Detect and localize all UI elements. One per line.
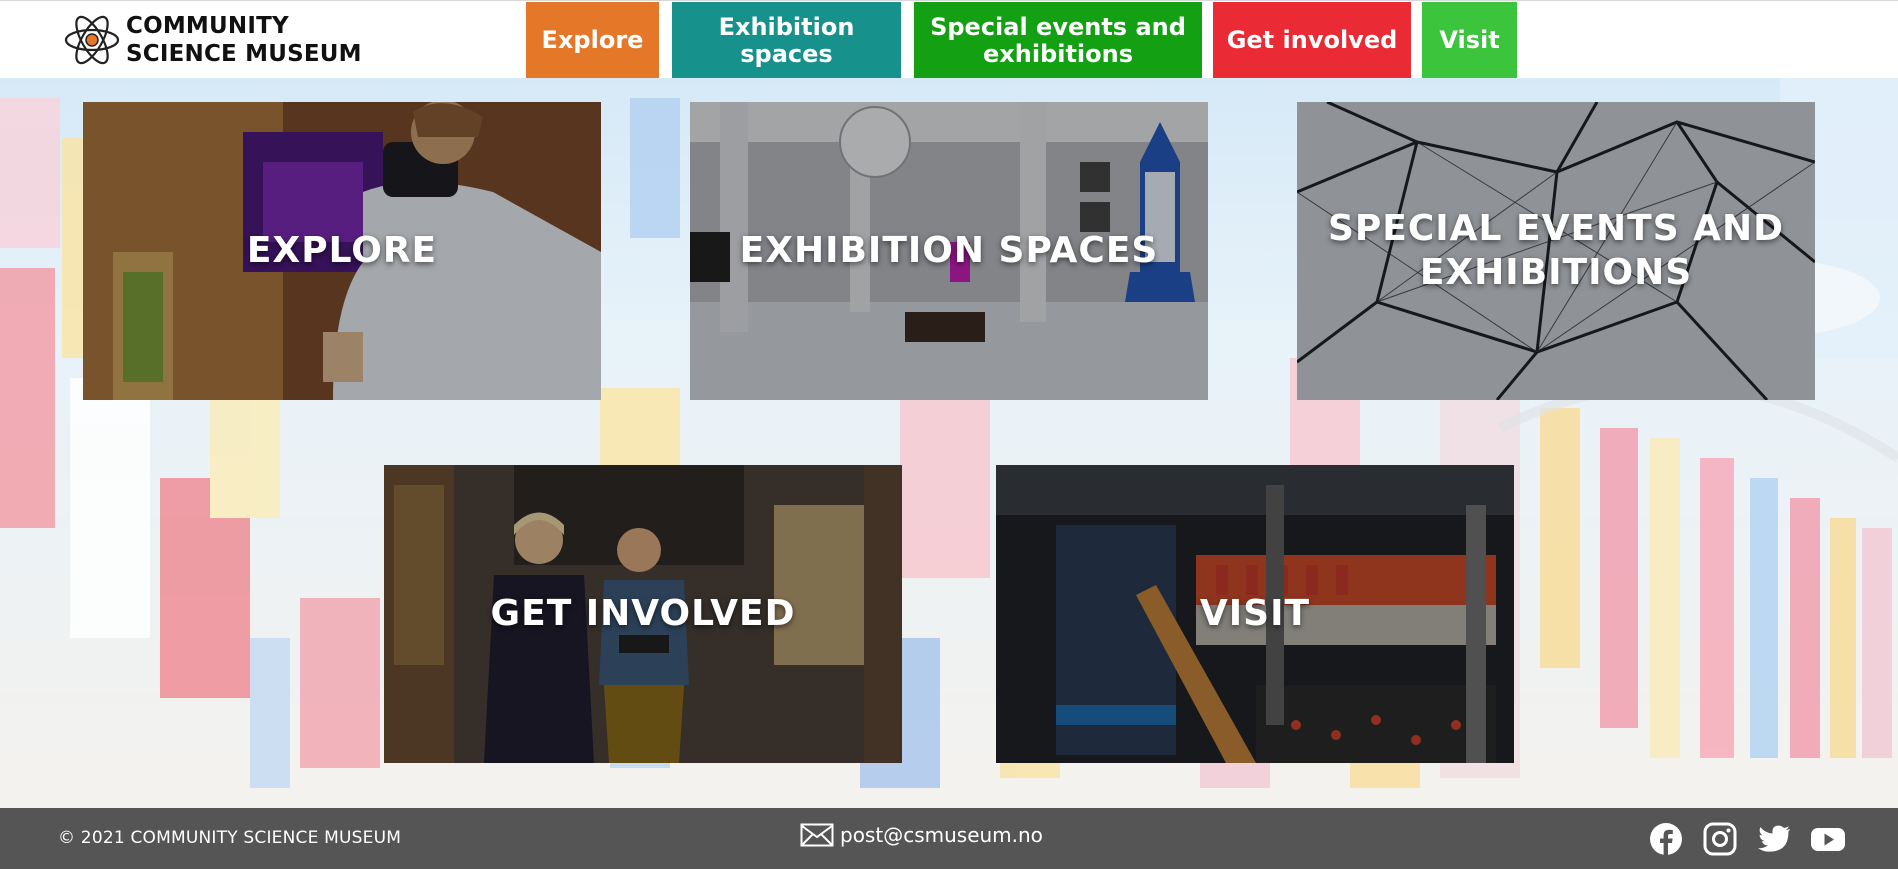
site-header: COMMUNITY SCIENCE MUSEUM Explore Exhibit… xyxy=(0,0,1898,79)
site-name: COMMUNITY SCIENCE MUSEUM xyxy=(126,12,362,68)
card-get-involved-title: GET INVOLVED xyxy=(490,593,796,634)
twitter-icon[interactable] xyxy=(1756,822,1792,856)
email-address: post@csmuseum.no xyxy=(840,823,1043,847)
card-visit-title: VISIT xyxy=(1199,593,1311,634)
email-link[interactable]: post@csmuseum.no xyxy=(800,823,1043,847)
social-links xyxy=(1648,822,1846,856)
copyright-text: © 2021 COMMUNITY SCIENCE MUSEUM xyxy=(58,828,402,848)
card-explore-title: EXPLORE xyxy=(246,230,438,271)
card-exhibition-spaces[interactable]: EXHIBITION SPACES xyxy=(690,102,1208,400)
card-get-involved[interactable]: GET INVOLVED xyxy=(384,465,902,763)
instagram-icon[interactable] xyxy=(1702,822,1738,856)
nav-explore[interactable]: Explore xyxy=(526,2,659,79)
site-name-line2: SCIENCE MUSEUM xyxy=(126,41,362,67)
site-name-line1: COMMUNITY xyxy=(126,13,289,39)
envelope-icon xyxy=(800,823,834,847)
nav-visit[interactable]: Visit xyxy=(1422,2,1517,79)
card-exhibition-spaces-title: EXHIBITION SPACES xyxy=(739,230,1159,271)
nav-exhibition-spaces[interactable]: Exhibition spaces xyxy=(672,2,901,79)
nav-get-involved[interactable]: Get involved xyxy=(1213,2,1411,79)
card-special-events-title: SPECIAL EVENTS AND EXHIBITIONS xyxy=(1327,208,1785,293)
card-explore[interactable]: EXPLORE xyxy=(83,102,601,400)
nav-special-events[interactable]: Special events and exhibitions xyxy=(914,2,1202,79)
facebook-icon[interactable] xyxy=(1648,822,1684,856)
atom-icon xyxy=(64,15,120,65)
card-special-events[interactable]: SPECIAL EVENTS AND EXHIBITIONS xyxy=(1297,102,1815,400)
card-visit[interactable]: VISIT xyxy=(996,465,1514,763)
site-logo-link[interactable]: COMMUNITY SCIENCE MUSEUM xyxy=(62,10,362,70)
youtube-icon[interactable] xyxy=(1810,822,1846,856)
site-footer: © 2021 COMMUNITY SCIENCE MUSEUM post@csm… xyxy=(0,808,1898,869)
